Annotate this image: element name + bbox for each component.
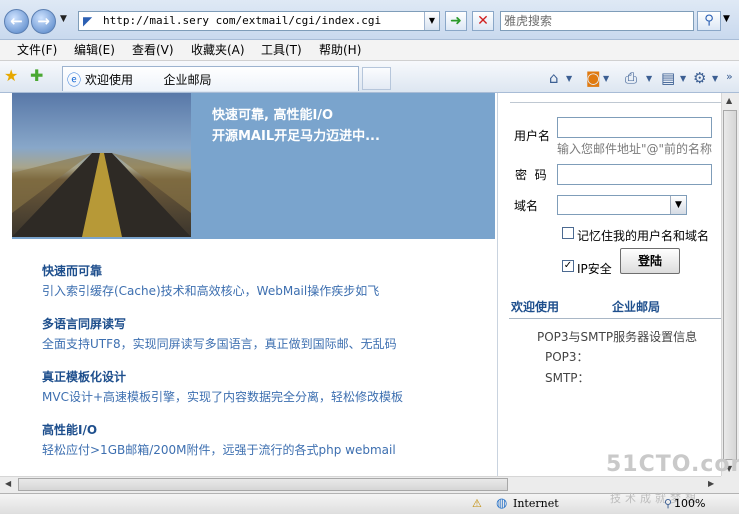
welcome-heading: 欢迎使用	[511, 300, 560, 314]
recent-pages-dropdown-icon[interactable]: ▼	[60, 14, 67, 24]
scroll-left-icon[interactable]: ◀	[5, 479, 11, 488]
print-dropdown-icon[interactable]: ▼	[646, 74, 652, 83]
domain-label: 域名	[514, 199, 539, 213]
address-input[interactable]: http://mail.sery com/extmail/cgi/index.c…	[78, 11, 440, 31]
search-input[interactable]: 雅虎搜索	[500, 11, 694, 31]
feature-title: 高性能I/O	[42, 423, 98, 437]
remember-checkbox[interactable]	[562, 227, 574, 239]
zoom-icon[interactable]: ⚲	[664, 497, 672, 510]
print-icon[interactable]: ⎙	[625, 69, 637, 87]
ie-tab-icon: ⓔ	[67, 73, 81, 89]
forward-button[interactable]: →	[31, 9, 56, 34]
company-heading: 企业邮局	[612, 300, 661, 314]
search-icon[interactable]: ⚲	[697, 11, 721, 31]
menu-view[interactable]: 查看(V)	[132, 42, 174, 58]
divider	[510, 102, 721, 103]
menu-favorites[interactable]: 收藏夹(A)	[191, 42, 245, 58]
page-icon[interactable]: ▤	[661, 69, 675, 87]
login-button[interactable]: 登陆	[620, 248, 680, 274]
username-hint: 输入您邮件地址"@"前的名称	[557, 142, 713, 156]
feature-title: 快速而可靠	[42, 264, 103, 278]
domain-select[interactable]	[557, 195, 687, 215]
username-label: 用户名	[514, 129, 551, 143]
watermark-logo: 51CTO.com	[606, 452, 739, 477]
tools-dropdown-icon[interactable]: ▼	[712, 74, 718, 83]
username-field[interactable]	[557, 117, 712, 138]
search-options-dropdown-icon[interactable]: ▼	[723, 14, 730, 24]
menu-help[interactable]: 帮助(H)	[319, 42, 361, 58]
back-button[interactable]: ←	[4, 9, 29, 34]
ip-secure-label: IP安全	[577, 262, 612, 276]
feeds-dropdown-icon[interactable]: ▼	[603, 74, 609, 83]
divider	[509, 318, 721, 319]
remember-label: 记忆住我的用户名和域名	[577, 229, 710, 243]
scroll-corner	[721, 476, 739, 493]
ip-secure-checkbox[interactable]: ✓	[562, 260, 574, 272]
go-button[interactable]: ➜	[445, 11, 467, 31]
security-warning-icon: ⚠	[472, 497, 482, 510]
home-icon[interactable]: ⌂	[549, 69, 559, 87]
security-zone: Internet	[513, 497, 559, 510]
more-tools-icon[interactable]: »	[726, 70, 733, 83]
menu-edit[interactable]: 编辑(E)	[74, 42, 115, 58]
address-dropdown-icon[interactable]: ▼	[424, 12, 439, 30]
server-info-title: POP3与SMTP服务器设置信息	[537, 330, 698, 344]
feature-title: 多语言同屏读写	[42, 317, 127, 331]
tools-gear-icon[interactable]: ⚙	[693, 69, 706, 87]
feature-title: 真正模板化设计	[42, 370, 127, 384]
pop3-label: POP3：	[545, 350, 589, 364]
zoom-level[interactable]: 100%	[674, 497, 705, 510]
ie-page-icon: ◤	[83, 14, 93, 28]
chevron-down-icon[interactable]: ▼	[670, 196, 686, 214]
tab-title: 欢迎使用 企业邮局	[85, 73, 212, 87]
page-dropdown-icon[interactable]: ▼	[680, 74, 686, 83]
feature-desc: 全面支持UTF8，实现同屏读写多国语言，真正做到国际邮、无乱码	[42, 337, 397, 351]
stop-button[interactable]: ✕	[472, 11, 494, 31]
feature-desc: MVC设计+高速模板引擎，实现了内容数据完全分离，轻松修改模板	[42, 390, 403, 404]
road-image	[12, 93, 191, 237]
feature-desc: 轻松应付>1GB邮箱/200M附件，远强于流行的各式php webmail	[42, 443, 396, 457]
scroll-up-icon[interactable]: ▲	[726, 96, 732, 105]
password-label: 密 码	[515, 168, 547, 182]
add-favorite-icon[interactable]: ✚	[30, 66, 43, 85]
smtp-label: SMTP：	[545, 371, 590, 385]
horizontal-scroll-thumb[interactable]	[18, 478, 508, 491]
new-tab-button[interactable]	[362, 67, 391, 90]
menu-tools[interactable]: 工具(T)	[261, 42, 302, 58]
scroll-right-icon[interactable]: ▶	[708, 479, 714, 488]
password-field[interactable]	[557, 164, 712, 185]
vertical-scroll-thumb[interactable]	[723, 110, 737, 460]
globe-icon: ◍	[496, 496, 508, 511]
menu-file[interactable]: 文件(F)	[17, 42, 57, 58]
home-dropdown-icon[interactable]: ▼	[566, 74, 572, 83]
banner-subheadline: 开源MAIL开足马力迈进中...	[212, 129, 380, 144]
favorites-star-icon[interactable]: ★	[4, 66, 18, 85]
feeds-icon[interactable]: ◙	[586, 69, 601, 87]
feature-desc: 引入索引缓存(Cache)技术和高效核心，WebMail操作疾步如飞	[42, 284, 380, 298]
banner-headline: 快速可靠, 高性能I/O	[212, 108, 334, 123]
